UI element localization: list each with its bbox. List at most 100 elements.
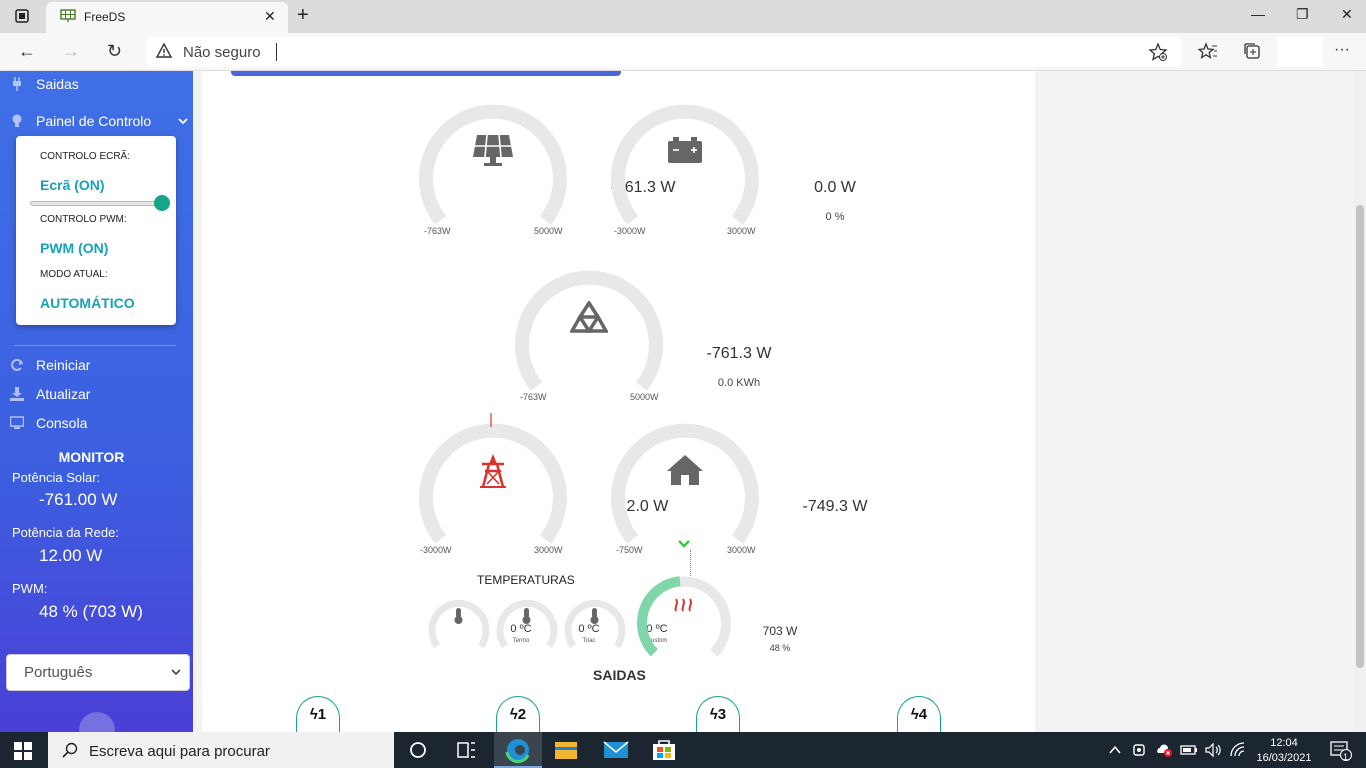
- notification-center-icon[interactable]: [1330, 741, 1352, 761]
- output-number: 4: [918, 706, 928, 723]
- browser-tab[interactable]: FreeDS ✕: [46, 2, 288, 33]
- profile-button[interactable]: [1278, 37, 1322, 67]
- wifi-icon[interactable]: [1229, 742, 1247, 758]
- scroll-thumb[interactable]: [1356, 205, 1364, 668]
- taskbar-clock[interactable]: 12:04 16/03/2021: [1255, 736, 1313, 766]
- battery-min: -3000W: [614, 226, 646, 236]
- control-panel-dropdown: CONTROLO ECRÃ: Ecrã (ON) CONTROLO PWM: P…: [16, 136, 176, 325]
- maximize-button[interactable]: ❐: [1296, 6, 1309, 23]
- volume-icon[interactable]: [1204, 742, 1222, 758]
- warning-icon[interactable]: [156, 43, 172, 59]
- grid-power-label: Potência da Rede:: [12, 525, 119, 540]
- onedrive-error-icon[interactable]: [1155, 742, 1173, 758]
- language-value: Português: [24, 664, 93, 681]
- solar-power-label: Potência Solar:: [12, 470, 101, 485]
- forward-button[interactable]: →: [62, 41, 80, 62]
- solar-power-value: -761.00 W: [39, 490, 118, 509]
- address-bar-row: ← → ↻ Não seguro ···: [0, 33, 1366, 71]
- store-icon[interactable]: [644, 736, 684, 764]
- recycle-max: 5000W: [630, 392, 659, 402]
- pwm-slider[interactable]: [30, 201, 162, 206]
- file-explorer-icon[interactable]: [546, 736, 586, 764]
- mode-label: MODO ATUAL:: [40, 269, 108, 280]
- language-select[interactable]: Português: [6, 654, 190, 691]
- tab-close-icon[interactable]: ✕: [264, 8, 276, 25]
- sidebar-item-consola[interactable]: Consola: [10, 415, 87, 431]
- reload-button[interactable]: ↻: [107, 41, 122, 62]
- edge-browser-icon[interactable]: [498, 736, 538, 764]
- house-value: -749.3 W: [802, 498, 868, 515]
- minimize-button[interactable]: —: [1251, 6, 1265, 22]
- cortana-icon[interactable]: [398, 736, 438, 764]
- browser-tab-bar: FreeDS ✕ + — ❐ ✕: [0, 0, 1366, 33]
- sidebar-item-label: Consola: [36, 415, 88, 431]
- page-scrollbar[interactable]: [1354, 71, 1366, 732]
- tab-actions-icon[interactable]: [14, 8, 30, 24]
- back-button[interactable]: ←: [18, 41, 36, 62]
- mode-toggle[interactable]: AUTOMÁTICO: [40, 295, 135, 311]
- favorites-icon[interactable]: [1198, 41, 1218, 61]
- output-number: 3: [717, 706, 727, 723]
- grid-power-value: 12.00 W: [39, 546, 103, 565]
- power-tower-icon: [480, 454, 506, 488]
- grid-gauge: 12.0 W -3000W 3000W: [418, 412, 668, 562]
- output-button-1[interactable]: ϟ1: [296, 696, 340, 732]
- house-icon: [667, 455, 703, 485]
- sidebar-item-label: Reiniciar: [36, 357, 91, 373]
- sidebar-item-reiniciar[interactable]: Reiniciar: [10, 357, 90, 373]
- solar-panel-icon: [473, 134, 513, 166]
- collections-icon[interactable]: [1242, 41, 1262, 61]
- sidebar-item-label: Atualizar: [36, 386, 91, 402]
- bolt-icon: ϟ: [509, 706, 518, 723]
- meet-now-icon[interactable]: [1132, 742, 1148, 758]
- output-button-3[interactable]: ϟ3: [696, 696, 740, 732]
- pwm-control-label: CONTROLO PWM:: [40, 214, 127, 225]
- new-tab-button[interactable]: +: [297, 4, 309, 27]
- screen-control-label: CONTROLO ECRÃ:: [40, 151, 131, 162]
- windows-start-icon[interactable]: [14, 742, 32, 760]
- search-icon: [62, 742, 78, 758]
- screen-toggle[interactable]: Ecrã (ON): [40, 177, 105, 193]
- sidebar-item-painel[interactable]: Painel de Controlo: [10, 113, 188, 129]
- bolt-icon: ϟ: [910, 706, 919, 723]
- sidebar-divider: [14, 345, 176, 346]
- solar-max: 5000W: [534, 226, 563, 236]
- text-caret: [276, 43, 277, 61]
- energy-kwh: 0.0 KWh: [717, 377, 761, 389]
- url-input[interactable]: Não seguro: [146, 37, 1182, 67]
- task-view-icon[interactable]: [446, 736, 486, 764]
- add-favorite-icon[interactable]: [1148, 42, 1168, 62]
- battery-icon: [668, 137, 702, 163]
- battery-max: 3000W: [727, 226, 756, 236]
- grid-min: -3000W: [420, 545, 452, 555]
- heater-icon: [674, 598, 692, 612]
- pwm-toggle[interactable]: PWM (ON): [40, 240, 108, 256]
- window-close-button[interactable]: ✕: [1341, 6, 1353, 23]
- heater-watts: 703 W: [762, 624, 798, 638]
- recycle-gauge: -761.3 W 0.0 KWh -763W 5000W: [514, 259, 771, 409]
- lightbulb-icon: [12, 114, 22, 127]
- output-button-2[interactable]: ϟ2: [496, 696, 540, 732]
- output-button-4[interactable]: ϟ4: [897, 696, 941, 732]
- sidebar: Saidas Painel de Controlo CONTROLO ECRÃ:…: [0, 71, 193, 732]
- temp-gauge-custom: 0 ºC Custom: [564, 594, 668, 650]
- heater-percent: 48 %: [769, 643, 791, 653]
- clock-time: 12:04: [1270, 737, 1298, 749]
- sidebar-item-saidas[interactable]: Saidas: [10, 76, 79, 92]
- download-icon: [10, 387, 24, 401]
- notification-count: 1: [1343, 752, 1349, 762]
- house-min: -750W: [616, 545, 643, 555]
- tray-chevron-up-icon[interactable]: [1108, 744, 1122, 756]
- taskbar-search[interactable]: Escreva aqui para procurar: [48, 732, 394, 768]
- pwm-label: PWM:: [12, 581, 48, 596]
- battery-status-icon[interactable]: [1180, 743, 1198, 757]
- recycle-value: -761.3 W: [706, 345, 772, 362]
- temp-gauge-termo: 0 ºC Termo: [428, 594, 532, 650]
- mail-icon[interactable]: [596, 736, 636, 764]
- sidebar-item-atualizar[interactable]: Atualizar: [10, 386, 90, 402]
- sidebar-collapse-button[interactable]: [79, 712, 115, 732]
- sidebar-item-label: Painel de Controlo: [36, 113, 152, 129]
- recycle-min: -763W: [520, 392, 547, 402]
- more-menu-button[interactable]: ···: [1334, 41, 1350, 59]
- slider-handle[interactable]: [154, 195, 170, 211]
